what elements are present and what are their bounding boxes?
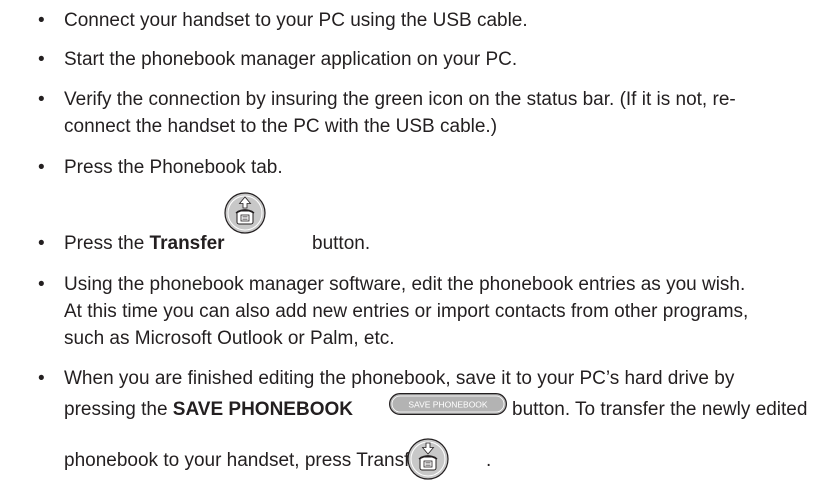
item-text-period: . [486,450,492,471]
item-text-bold: SAVE PHONEBOOK [172,399,353,420]
item-text-line: Using the phonebook manager software, ed… [64,274,746,295]
item-text-line: At this time you can also add new entrie… [64,301,749,322]
item-text: Press the Transfer [64,231,225,257]
item-text-suffix: button. To transfer the newly edited [512,399,808,420]
bullet: • [38,368,45,389]
item-text-bold: Transfer [149,233,225,254]
item-text-prefix: Press the [64,233,150,254]
item-text: Start the phonebook manager application … [64,49,518,70]
bullet: • [38,274,45,295]
item-text: Press the Phonebook tab. [64,157,283,178]
save-phonebook-button[interactable]: SAVE PHONEBOOK [389,393,507,415]
phone-upload-icon[interactable] [224,192,266,234]
item-text-line: Verify the connection by insuring the gr… [64,89,736,110]
item-text: Connect your handset to your PC using th… [64,10,528,31]
instruction-list: • Connect your handset to your PC using … [0,0,831,487]
save-phonebook-button-label: SAVE PHONEBOOK [408,400,488,410]
bullet: • [38,89,45,110]
item-text-line: such as Microsoft Outlook or Palm, etc. [64,328,395,349]
bullet: • [38,49,45,70]
item-text-suffix: button. [312,233,371,254]
bullet: • [38,157,45,178]
item-text-line: connect the handset to the PC with the U… [64,116,498,137]
item-text-line: When you are finished editing the phoneb… [64,368,735,389]
item-text-line: pressing the SAVE PHONEBOOK [64,397,353,423]
item-text-line: phonebook to your handset, press Transfe… [64,450,427,471]
phone-download-icon[interactable] [407,438,449,480]
bullet: • [38,233,45,254]
item-text-prefix: pressing the [64,399,173,420]
bullet: • [38,10,45,31]
